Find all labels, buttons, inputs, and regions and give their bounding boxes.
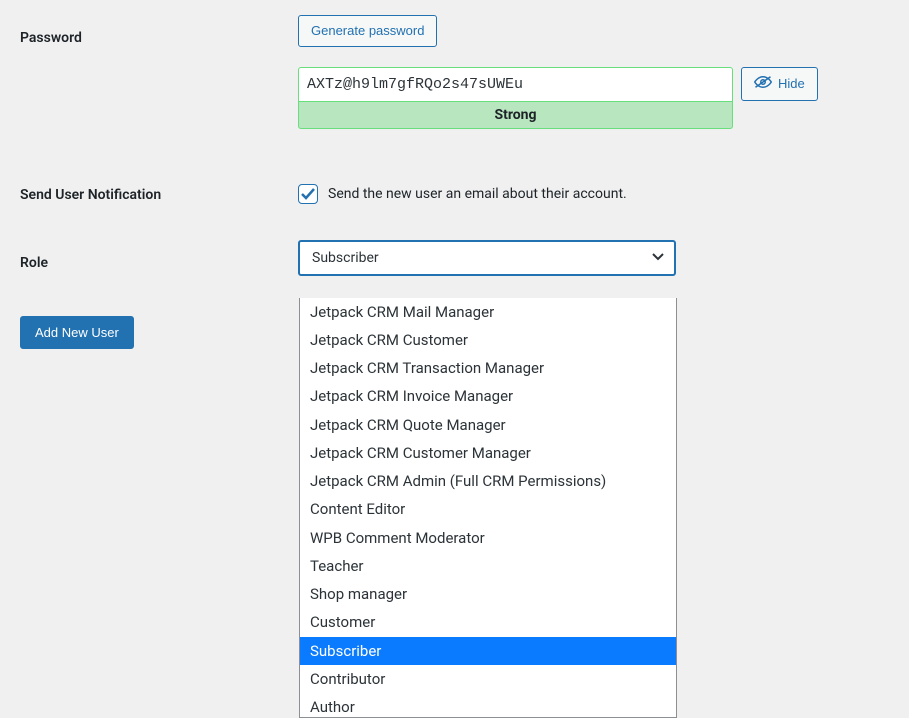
role-option[interactable]: Jetpack CRM Customer bbox=[300, 326, 676, 354]
notification-row: Send User Notification Send the new user… bbox=[0, 149, 909, 220]
hide-password-button[interactable]: Hide bbox=[741, 67, 818, 101]
role-option[interactable]: Teacher bbox=[300, 552, 676, 580]
hide-button-label: Hide bbox=[778, 76, 805, 92]
role-option[interactable]: Author bbox=[300, 694, 676, 718]
chevron-down-icon bbox=[650, 248, 666, 268]
role-option[interactable]: Subscriber bbox=[300, 637, 676, 665]
role-option[interactable]: Jetpack CRM Mail Manager bbox=[300, 298, 676, 326]
role-option[interactable]: Shop manager bbox=[300, 581, 676, 609]
notification-text: Send the new user an email about their a… bbox=[328, 186, 627, 202]
password-label: Password bbox=[20, 30, 82, 46]
role-field-col: Subscriber bbox=[298, 240, 899, 276]
role-select[interactable]: Subscriber bbox=[298, 240, 676, 276]
notification-field-col: Send the new user an email about their a… bbox=[298, 184, 899, 205]
role-option[interactable]: Jetpack CRM Admin (Full CRM Permissions) bbox=[300, 468, 676, 496]
add-new-user-button[interactable]: Add New User bbox=[20, 316, 134, 349]
role-option[interactable]: Content Editor bbox=[300, 496, 676, 524]
notification-checkbox[interactable] bbox=[298, 184, 318, 204]
password-field-col: Generate password Strong Hide bbox=[298, 15, 899, 129]
role-option[interactable]: Jetpack CRM Invoice Manager bbox=[300, 383, 676, 411]
role-option[interactable]: Jetpack CRM Transaction Manager bbox=[300, 355, 676, 383]
role-selected-value: Subscriber bbox=[312, 250, 379, 266]
role-option[interactable]: Customer bbox=[300, 609, 676, 637]
check-icon bbox=[301, 187, 315, 201]
role-option[interactable]: WPB Comment Moderator bbox=[300, 524, 676, 552]
role-dropdown[interactable]: Jetpack CRM Mail ManagerJetpack CRM Cust… bbox=[299, 298, 677, 718]
password-input-wrap: Strong Hide bbox=[298, 67, 899, 129]
password-left: Strong bbox=[298, 67, 733, 129]
password-row: Password Generate password Strong bbox=[0, 0, 909, 149]
role-option[interactable]: Jetpack CRM Customer Manager bbox=[300, 439, 676, 467]
notification-label-col: Send User Notification bbox=[20, 187, 298, 203]
role-label-col: Role bbox=[20, 240, 298, 271]
password-input[interactable] bbox=[298, 67, 733, 102]
password-strength-meter: Strong bbox=[298, 102, 733, 129]
role-option[interactable]: Contributor bbox=[300, 665, 676, 693]
notification-label: Send User Notification bbox=[20, 187, 161, 203]
role-row: Role Subscriber bbox=[0, 220, 909, 296]
role-option[interactable]: Jetpack CRM Quote Manager bbox=[300, 411, 676, 439]
role-label: Role bbox=[20, 255, 48, 271]
eye-slash-icon bbox=[754, 75, 772, 93]
password-label-col: Password bbox=[20, 15, 298, 46]
notification-checkbox-wrap[interactable]: Send the new user an email about their a… bbox=[298, 184, 627, 204]
generate-password-button[interactable]: Generate password bbox=[298, 15, 437, 47]
